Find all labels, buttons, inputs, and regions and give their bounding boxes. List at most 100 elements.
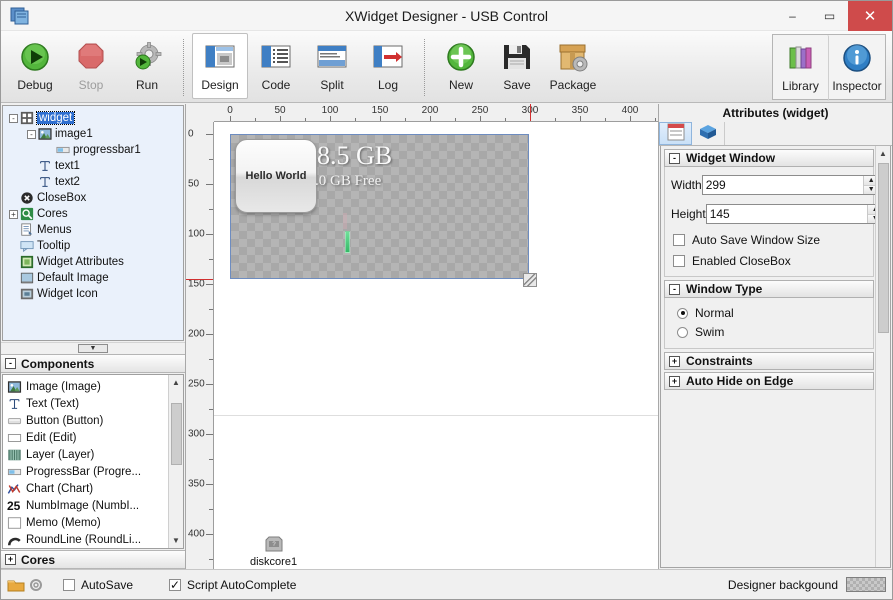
widget-window-body: Width ▲ ▼ Height: [664, 167, 884, 277]
window-type-header[interactable]: - Window Type: [664, 280, 874, 298]
component-item[interactable]: Image (Image): [3, 378, 183, 395]
debug-button[interactable]: Debug: [7, 33, 63, 99]
attributes-scrollbar[interactable]: ▲: [875, 146, 890, 567]
constraints-expand-toggle[interactable]: +: [669, 355, 680, 367]
tree-node-text1[interactable]: text1: [5, 158, 181, 174]
maximize-button[interactable]: ▭: [811, 1, 848, 31]
text2-preview[interactable]: .0 GB Free: [315, 173, 381, 190]
components-collapse-toggle[interactable]: -: [5, 358, 16, 369]
auto-save-window-size-checkbox[interactable]: [673, 234, 685, 246]
window-type-swim-radio[interactable]: [677, 326, 688, 338]
tree-node-widget-attributes[interactable]: Widget Attributes: [5, 254, 181, 270]
component-item[interactable]: Layer (Layer): [3, 446, 183, 463]
auto-hide-expand-toggle[interactable]: +: [669, 375, 680, 387]
attributes-scroll-up-icon[interactable]: ▲: [876, 146, 890, 161]
design-tab-button[interactable]: Design: [192, 33, 248, 99]
window-type-normal-row[interactable]: Normal: [677, 306, 867, 320]
scroll-up-arrow-icon[interactable]: ▲: [169, 375, 183, 390]
tree-node-default-image[interactable]: Default Image: [5, 270, 181, 286]
tab-events[interactable]: [692, 122, 725, 145]
constraints-section-header[interactable]: + Constraints: [664, 352, 874, 370]
enabled-closebox-checkbox[interactable]: [673, 255, 685, 267]
designer-background-swatch[interactable]: [846, 577, 886, 592]
component-item[interactable]: Text (Text): [3, 395, 183, 412]
widget-window-collapse-toggle[interactable]: -: [669, 152, 680, 164]
auto-save-window-size-row[interactable]: Auto Save Window Size: [673, 233, 867, 247]
height-row: Height ▲ ▼: [671, 204, 884, 224]
tree-node-image1[interactable]: - image1: [5, 126, 181, 142]
attributes-scrollbar-thumb[interactable]: [878, 163, 889, 333]
window-type-normal-label: Normal: [695, 306, 734, 320]
autosave-checkbox[interactable]: [63, 578, 75, 591]
auto-hide-section-header[interactable]: + Auto Hide on Edge: [664, 372, 874, 390]
height-stepper[interactable]: ▲ ▼: [705, 204, 884, 224]
tree-node-cores[interactable]: + Cores: [5, 206, 181, 222]
enabled-closebox-row[interactable]: Enabled CloseBox: [673, 254, 867, 268]
package-button[interactable]: Package: [545, 33, 601, 99]
stop-button[interactable]: Stop: [63, 33, 119, 99]
tree-expander[interactable]: +: [9, 209, 18, 219]
new-plus-green-icon: [444, 40, 478, 74]
cores-panel-header[interactable]: + Cores: [1, 550, 185, 569]
tree-node-widget-icon[interactable]: Widget Icon: [5, 286, 181, 302]
resize-handle[interactable]: [523, 273, 537, 287]
design-canvas-area[interactable]: 050100150200250300350400450 050100150200…: [186, 104, 659, 569]
panel-splitter[interactable]: ▼: [1, 342, 185, 354]
v-ruler-tick: [206, 484, 213, 485]
height-input[interactable]: [706, 205, 867, 223]
inspector-button[interactable]: Inspector: [829, 35, 885, 101]
component-item[interactable]: Chart (Chart): [3, 480, 183, 497]
component-item[interactable]: Button (Button): [3, 412, 183, 429]
components-header[interactable]: - Components: [1, 354, 185, 373]
script-autocomplete-row[interactable]: ✓ Script AutoComplete: [169, 578, 296, 592]
component-item[interactable]: 25 NumbImage (NumbI...: [3, 497, 183, 514]
window-type-title: Window Type: [686, 282, 763, 296]
gear-icon[interactable]: [28, 577, 46, 593]
close-button[interactable]: ✕: [848, 0, 892, 31]
component-item[interactable]: RoundLine (RoundLi...: [3, 531, 183, 548]
save-button[interactable]: Save: [489, 33, 545, 99]
folder-icon[interactable]: [7, 577, 25, 593]
run-button[interactable]: Run: [119, 33, 175, 99]
autosave-row[interactable]: AutoSave: [63, 578, 133, 592]
tree-node-text2[interactable]: text2: [5, 174, 181, 190]
widget-preview[interactable]: Hello World 8.5 GB .0 GB Free: [230, 134, 537, 287]
component-item[interactable]: Memo (Memo): [3, 514, 183, 531]
code-tab-button[interactable]: Code: [248, 33, 304, 99]
splitter-grip[interactable]: ▼: [78, 344, 108, 353]
tab-properties[interactable]: [659, 122, 692, 145]
log-tab-button[interactable]: Log: [360, 33, 416, 99]
widget-window-header[interactable]: - Widget Window: [664, 149, 874, 167]
component-item[interactable]: Edit (Edit): [3, 429, 183, 446]
component-item[interactable]: ProgressBar (Progre...: [3, 463, 183, 480]
window-type-collapse-toggle[interactable]: -: [669, 283, 680, 295]
tree-node-tooltip[interactable]: Tooltip: [5, 238, 181, 254]
tree-node-menus[interactable]: Menus: [5, 222, 181, 238]
canvas-surface[interactable]: Hello World 8.5 GB .0 GB Free ? diskcore…: [214, 122, 658, 569]
tree-node-closebox[interactable]: CloseBox: [5, 190, 181, 206]
diskcore1-item[interactable]: ? diskcore1: [250, 536, 297, 568]
progressbar1-preview[interactable]: [345, 231, 350, 253]
tree-node-progressbar1[interactable]: progressbar1: [5, 142, 181, 158]
width-input[interactable]: [702, 176, 863, 194]
split-tab-button[interactable]: Split: [304, 33, 360, 99]
tree-expander[interactable]: -: [9, 113, 18, 123]
minimize-button[interactable]: –: [774, 1, 811, 31]
scrollbar-thumb[interactable]: [171, 403, 182, 465]
window-type-swim-row[interactable]: Swim: [677, 325, 867, 339]
script-autocomplete-checkbox[interactable]: ✓: [169, 578, 182, 592]
width-stepper[interactable]: ▲ ▼: [701, 175, 880, 195]
library-button[interactable]: Library: [773, 35, 829, 101]
widget-tree[interactable]: - widget - image1 progressbar1 text1 text2 Clos…: [2, 105, 184, 341]
scroll-down-arrow-icon[interactable]: ▼: [169, 533, 183, 548]
tree-expander[interactable]: -: [27, 129, 36, 139]
components-list[interactable]: Image (Image) Text (Text) Button (Button) E…: [2, 374, 184, 549]
window-type-normal-radio[interactable]: [677, 307, 688, 319]
cores-expand-toggle[interactable]: +: [5, 554, 16, 565]
new-button[interactable]: New: [433, 33, 489, 99]
text1-preview[interactable]: 8.5 GB: [317, 141, 392, 171]
hello-world-button-preview[interactable]: Hello World: [235, 139, 317, 213]
tree-node-label: CloseBox: [37, 192, 87, 204]
components-scrollbar[interactable]: ▲ ▼: [168, 375, 183, 548]
tree-node-widget[interactable]: - widget: [5, 110, 181, 126]
